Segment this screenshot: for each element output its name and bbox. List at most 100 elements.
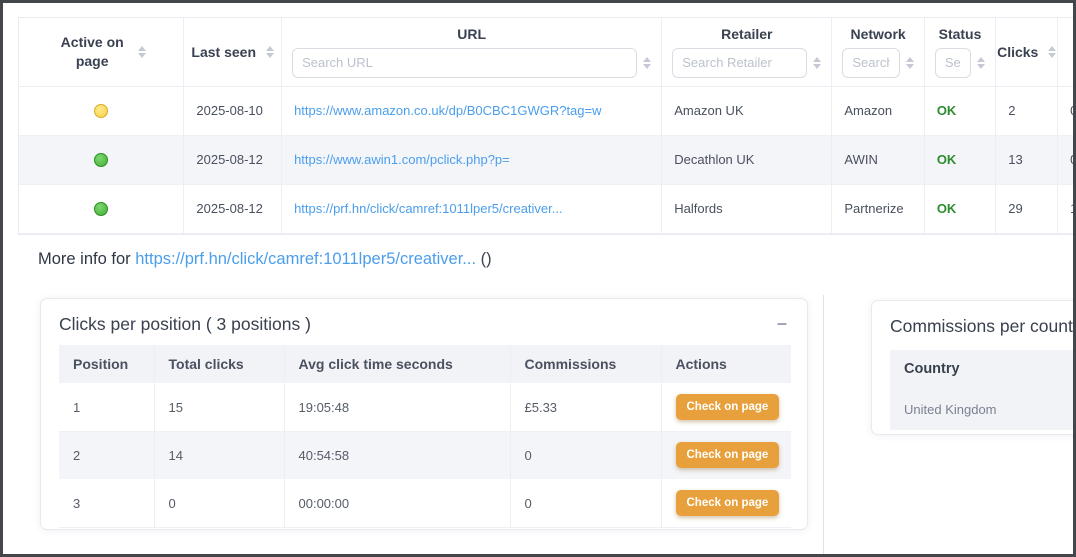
panel-column-divider <box>823 295 824 554</box>
positions-column-header: Total clicks <box>154 345 284 383</box>
link-row[interactable]: 2025-08-12 https://www.awin1.com/pclick.… <box>19 135 1076 184</box>
commissions-cell: 0 <box>510 431 661 479</box>
commissions-per-country-panel: Commissions per country Country United K… <box>871 300 1076 435</box>
sort-icon[interactable] <box>977 57 985 69</box>
column-header-ctr[interactable]: CTR <box>1058 18 1076 86</box>
url-cell: https://www.awin1.com/pclick.php?p= <box>282 135 662 184</box>
positions-column-header: Commissions <box>510 345 661 383</box>
status-dot <box>94 153 108 167</box>
avg-click-time-cell: 00:00:00 <box>284 479 510 527</box>
ctr-cell: 0.08% <box>1058 86 1076 135</box>
status-cell: OK <box>924 86 995 135</box>
country-column-header: Country <box>890 350 1076 388</box>
search-url-input[interactable] <box>292 48 637 78</box>
clicks-per-position-panel: Clicks per position ( 3 positions ) – Po… <box>40 298 808 530</box>
check-on-page-button[interactable]: Check on page <box>676 394 780 420</box>
more-info-prefix: More info for <box>38 250 135 268</box>
column-label: Active on page <box>56 33 128 71</box>
clicks-cell: 29 <box>996 184 1058 233</box>
positions-header-row: Position Total clicks Avg click time sec… <box>59 345 791 383</box>
commissions-cell: 0 <box>510 479 661 527</box>
search-network-input[interactable] <box>842 48 899 78</box>
url-link[interactable]: https://www.amazon.co.uk/dp/B0CBC1GWGR?t… <box>294 103 649 118</box>
url-link[interactable]: https://www.awin1.com/pclick.php?p= <box>294 152 649 167</box>
status-cell: OK <box>924 135 995 184</box>
check-on-page-button[interactable]: Check on page <box>676 490 780 516</box>
last-seen-cell: 2025-08-12 <box>184 184 282 233</box>
column-label: Retailer <box>672 26 821 42</box>
sort-icon[interactable] <box>643 57 651 69</box>
search-status-input[interactable] <box>935 48 971 78</box>
more-info-line: More info for https://prf.hn/click/camre… <box>38 250 492 269</box>
network-cell: Partnerize <box>832 184 924 233</box>
panel-title: Clicks per position ( 3 positions ) <box>59 314 311 335</box>
position-row: 1 15 19:05:48 £5.33 Check on page <box>59 383 791 431</box>
actions-cell: Check on page <box>661 431 791 479</box>
country-cell: United Kingdom <box>890 388 1076 430</box>
sort-icon[interactable] <box>1048 46 1056 58</box>
positions-column-header: Avg click time seconds <box>284 345 510 383</box>
column-label: Status <box>935 26 985 42</box>
more-info-suffix: () <box>481 250 492 268</box>
status-dot <box>94 202 108 216</box>
network-cell: AWIN <box>832 135 924 184</box>
position-cell: 2 <box>59 431 154 479</box>
column-header-url: URL <box>282 18 662 86</box>
active-on-page-cell <box>19 86 184 135</box>
sort-icon[interactable] <box>138 46 146 58</box>
column-header-active-on-page[interactable]: Active on page <box>19 18 184 86</box>
url-cell: https://www.amazon.co.uk/dp/B0CBC1GWGR?t… <box>282 86 662 135</box>
column-header-network: Network <box>832 18 924 86</box>
more-info-url-link[interactable]: https://prf.hn/click/camref:1011lper5/cr… <box>135 250 476 268</box>
link-row[interactable]: 2025-08-12 https://prf.hn/click/camref:1… <box>19 184 1076 233</box>
column-header-clicks[interactable]: Clicks <box>996 18 1058 86</box>
status-value: OK <box>937 103 957 118</box>
commissions-cell: £5.33 <box>510 383 661 431</box>
check-on-page-button[interactable]: Check on page <box>676 442 780 468</box>
actions-cell: Check on page <box>661 479 791 527</box>
url-link[interactable]: https://prf.hn/click/camref:1011lper5/cr… <box>294 201 649 216</box>
positions-column-header: Position <box>59 345 154 383</box>
column-header-status: Status <box>924 18 995 86</box>
search-retailer-input[interactable] <box>672 48 807 78</box>
last-seen-cell: 2025-08-10 <box>184 86 282 135</box>
sort-icon[interactable] <box>906 57 914 69</box>
clicks-cell: 2 <box>996 86 1058 135</box>
total-clicks-cell: 14 <box>154 431 284 479</box>
total-clicks-cell: 0 <box>154 479 284 527</box>
avg-click-time-cell: 19:05:48 <box>284 383 510 431</box>
country-row: United Kingdom <box>890 388 1076 430</box>
retailer-cell: Decathlon UK <box>662 135 832 184</box>
column-label: URL <box>292 26 651 42</box>
actions-cell: Check on page <box>661 383 791 431</box>
status-value: OK <box>937 152 957 167</box>
clicks-cell: 13 <box>996 135 1058 184</box>
column-label: Network <box>842 26 913 42</box>
link-row[interactable]: 2025-08-10 https://www.amazon.co.uk/dp/B… <box>19 86 1076 135</box>
position-cell: 3 <box>59 479 154 527</box>
links-table-header-row: Active on page Last seen URL <box>19 18 1076 86</box>
network-cell: Amazon <box>832 86 924 135</box>
ctr-cell: 1.13% <box>1058 184 1076 233</box>
retailer-cell: Amazon UK <box>662 86 832 135</box>
last-seen-cell: 2025-08-12 <box>184 135 282 184</box>
column-header-last-seen[interactable]: Last seen <box>184 18 282 86</box>
column-label: Last seen <box>191 44 256 60</box>
status-cell: OK <box>924 184 995 233</box>
sort-icon[interactable] <box>813 57 821 69</box>
position-row: 2 14 40:54:58 0 Check on page <box>59 431 791 479</box>
ctr-cell: 0.51% <box>1058 135 1076 184</box>
positions-column-header: Actions <box>661 345 791 383</box>
panel-title: Commissions per country <box>890 316 1076 336</box>
country-header-row: Country <box>890 350 1076 388</box>
column-header-retailer: Retailer <box>662 18 832 86</box>
status-dot <box>94 104 108 118</box>
collapse-icon[interactable]: – <box>775 314 789 332</box>
status-value: OK <box>937 201 957 216</box>
sort-icon[interactable] <box>266 46 274 58</box>
active-on-page-cell <box>19 135 184 184</box>
avg-click-time-cell: 40:54:58 <box>284 431 510 479</box>
position-cell: 1 <box>59 383 154 431</box>
active-on-page-cell <box>19 184 184 233</box>
links-table: Active on page Last seen URL <box>18 17 1076 235</box>
